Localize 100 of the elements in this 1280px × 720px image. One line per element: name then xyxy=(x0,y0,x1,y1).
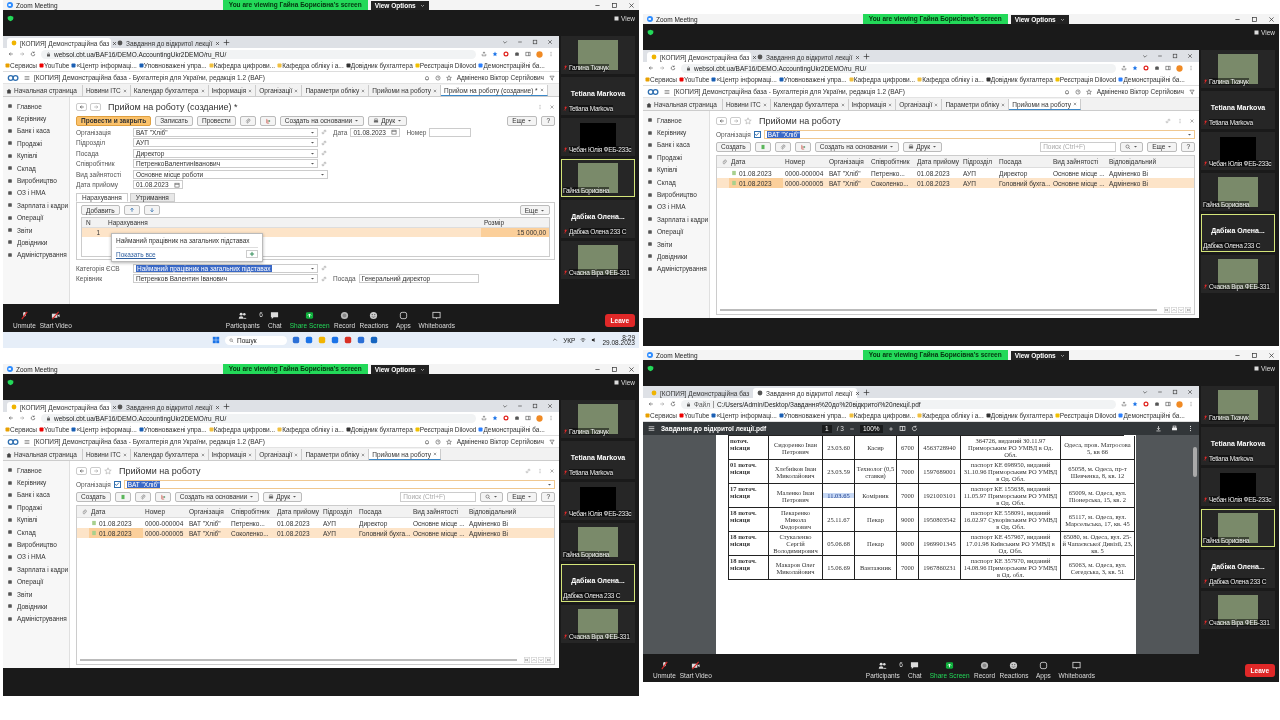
move-down-button[interactable] xyxy=(143,205,160,215)
filter-icon[interactable] xyxy=(549,74,555,81)
windows-logo-icon[interactable] xyxy=(212,336,220,344)
puzzle-icon[interactable] xyxy=(1154,65,1160,71)
close-icon[interactable] xyxy=(200,452,205,457)
scrollbar[interactable] xyxy=(80,658,517,661)
checkbox[interactable] xyxy=(113,480,121,488)
calendar-icon[interactable] xyxy=(391,129,398,136)
structure-button[interactable] xyxy=(794,141,811,152)
close-icon[interactable] xyxy=(934,102,939,107)
star-icon[interactable] xyxy=(492,415,498,421)
close-icon[interactable] xyxy=(840,102,845,107)
maximize-icon[interactable] xyxy=(1251,351,1258,359)
first-page-icon[interactable] xyxy=(1164,306,1170,313)
close-icon[interactable] xyxy=(215,40,221,46)
reload-icon[interactable] xyxy=(30,51,36,57)
bell-icon[interactable] xyxy=(423,438,430,445)
close-icon[interactable] xyxy=(1187,53,1193,59)
attach-button[interactable] xyxy=(239,115,256,126)
reload-icon[interactable] xyxy=(670,65,676,71)
back-arrow-icon[interactable] xyxy=(8,51,14,57)
close-icon[interactable] xyxy=(112,40,118,46)
star-icon[interactable] xyxy=(104,466,112,475)
close-icon[interactable] xyxy=(1268,15,1275,23)
up-arrow-icon[interactable] xyxy=(1171,306,1177,313)
plus-icon[interactable] xyxy=(863,53,870,60)
star-icon[interactable] xyxy=(445,438,452,445)
share-icon[interactable] xyxy=(481,51,487,57)
star-icon[interactable] xyxy=(744,116,752,125)
dropdown-icon[interactable] xyxy=(1187,131,1192,137)
down-arrow-icon[interactable] xyxy=(1178,306,1184,313)
forward-button[interactable] xyxy=(90,102,101,111)
link-icon[interactable] xyxy=(321,265,327,272)
close-icon[interactable] xyxy=(122,452,127,457)
forward-arrow-icon[interactable] xyxy=(659,65,665,71)
forward-button[interactable] xyxy=(730,116,741,125)
forward-button[interactable] xyxy=(90,466,101,475)
star-icon[interactable] xyxy=(1132,65,1138,71)
close-icon[interactable] xyxy=(1268,351,1275,359)
forward-arrow-icon[interactable] xyxy=(19,415,25,421)
chevron-up-icon[interactable] xyxy=(552,337,559,343)
calendar-icon[interactable] xyxy=(174,181,180,188)
close-icon[interactable] xyxy=(855,390,861,396)
attach-button[interactable] xyxy=(134,491,151,502)
close-icon[interactable] xyxy=(294,452,299,457)
link-icon[interactable] xyxy=(321,139,327,146)
forward-arrow-icon[interactable] xyxy=(659,401,665,407)
speaker-icon[interactable] xyxy=(591,337,598,343)
minus-icon[interactable] xyxy=(848,425,855,432)
move-up-button[interactable] xyxy=(123,205,140,215)
ring-icon[interactable] xyxy=(1143,65,1149,71)
close-icon[interactable] xyxy=(361,452,366,457)
back-arrow-icon[interactable] xyxy=(8,415,14,421)
down-arrow-icon[interactable] xyxy=(538,656,544,663)
bell-icon[interactable] xyxy=(423,74,430,81)
star-icon[interactable] xyxy=(1085,88,1092,95)
dropdown-icon[interactable] xyxy=(547,481,552,487)
printer-icon[interactable] xyxy=(1171,425,1178,432)
sidebar-icon[interactable] xyxy=(525,51,531,57)
back-arrow-icon[interactable] xyxy=(648,401,654,407)
history-icon[interactable] xyxy=(434,74,441,81)
star-icon[interactable] xyxy=(492,51,498,57)
chevron-icon[interactable] xyxy=(502,39,508,45)
back-button[interactable] xyxy=(76,102,87,111)
close-icon[interactable] xyxy=(1187,389,1193,395)
maximize-icon[interactable] xyxy=(532,403,538,409)
puzzle-icon[interactable] xyxy=(1154,401,1160,407)
last-page-icon[interactable] xyxy=(545,656,551,663)
first-page-icon[interactable] xyxy=(524,656,530,663)
checkbox[interactable] xyxy=(753,130,761,138)
close-icon[interactable] xyxy=(1001,102,1006,107)
shield-icon[interactable] xyxy=(7,379,14,386)
avatar-icon[interactable] xyxy=(536,414,543,422)
maximize-icon[interactable] xyxy=(1251,15,1258,23)
link-icon[interactable] xyxy=(321,275,327,282)
maximize-icon[interactable] xyxy=(611,365,618,373)
link-icon[interactable] xyxy=(321,160,327,167)
maximize-icon[interactable] xyxy=(1172,389,1178,395)
close-icon[interactable] xyxy=(122,88,127,93)
shield-icon[interactable] xyxy=(647,365,654,372)
close-icon[interactable] xyxy=(855,54,861,60)
sidebar-icon[interactable] xyxy=(1165,65,1171,71)
puzzle-icon[interactable] xyxy=(514,51,520,57)
scrollbar[interactable] xyxy=(720,308,1157,311)
history-icon[interactable] xyxy=(434,438,441,445)
avatar-icon[interactable] xyxy=(1176,400,1183,408)
maximize-icon[interactable] xyxy=(532,39,538,45)
share-icon[interactable] xyxy=(481,415,487,421)
close-icon[interactable] xyxy=(547,39,553,45)
close-icon[interactable] xyxy=(628,1,635,9)
ring-icon[interactable] xyxy=(503,51,509,57)
shield-icon[interactable] xyxy=(647,29,654,36)
maximize-icon[interactable] xyxy=(611,1,618,9)
reload-icon[interactable] xyxy=(670,401,676,407)
plus-icon[interactable] xyxy=(223,39,230,46)
close-icon[interactable] xyxy=(112,404,118,410)
link-icon[interactable] xyxy=(321,150,327,157)
add-button[interactable] xyxy=(246,250,258,258)
close-icon[interactable] xyxy=(248,452,253,457)
chevron-icon[interactable] xyxy=(1142,389,1148,395)
